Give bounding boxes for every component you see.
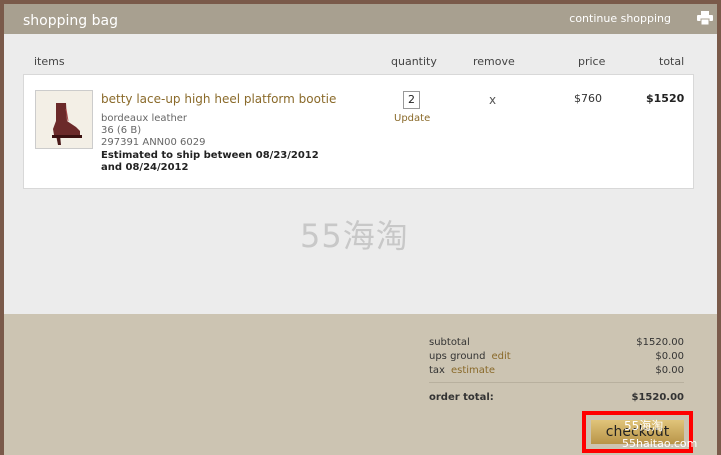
- product-size: 36 (6 B): [101, 125, 142, 136]
- shipping-edit-link[interactable]: edit: [491, 351, 510, 362]
- page-title: shopping bag: [23, 13, 118, 29]
- product-name-link[interactable]: betty lace-up high heel platform bootie: [101, 92, 336, 106]
- summary-divider: [429, 382, 684, 383]
- column-price: price: [578, 55, 606, 68]
- checkout-highlight: checkout 55海淘 55haitao.com: [582, 411, 697, 453]
- ship-estimate: Estimated to ship between 08/23/2012 and…: [101, 150, 319, 173]
- quantity-input[interactable]: 2: [403, 91, 420, 109]
- product-sku: 297391 ANN00 6029: [101, 137, 206, 148]
- subtotal-value: $1520.00: [636, 337, 684, 348]
- printer-icon[interactable]: [697, 11, 713, 25]
- product-color: bordeaux leather: [101, 113, 188, 124]
- remove-button[interactable]: x: [489, 93, 496, 107]
- tax-estimate-link[interactable]: estimate: [451, 365, 495, 376]
- item-price: $760: [574, 92, 602, 105]
- product-thumbnail[interactable]: [35, 90, 93, 149]
- watermark: 55海淘: [300, 217, 409, 255]
- product-details: bordeaux leather 36 (6 B) 297391 ANN00 6…: [101, 113, 206, 149]
- bootie-image: [52, 103, 82, 145]
- continue-shopping-link[interactable]: continue shopping: [569, 12, 671, 25]
- column-quantity: quantity: [391, 55, 437, 68]
- tax-value: $0.00: [655, 365, 684, 376]
- shopping-bag-panel: shopping bag continue shopping items qua…: [4, 4, 717, 455]
- checkout-watermark-top: 55海淘: [624, 419, 664, 433]
- item-total: $1520: [646, 92, 685, 105]
- cart-item-row: betty lace-up high heel platform bootie …: [23, 74, 694, 189]
- checkout-watermark-bottom: 55haitao.com: [622, 437, 698, 450]
- order-total-label: order total:: [429, 392, 494, 403]
- tax-label: tax: [429, 365, 445, 376]
- subtotal-label: subtotal: [429, 337, 470, 348]
- column-total: total: [659, 55, 685, 68]
- shipping-value: $0.00: [655, 351, 684, 362]
- column-items: items: [34, 55, 65, 68]
- order-summary: subtotal $1520.00 ups ground edit $0.00 t…: [4, 314, 717, 455]
- update-link[interactable]: Update: [394, 113, 430, 124]
- column-remove: remove: [473, 55, 515, 68]
- shipping-label: ups ground: [429, 351, 486, 362]
- order-total-value: $1520.00: [631, 392, 684, 403]
- header-bar: shopping bag continue shopping: [4, 4, 717, 34]
